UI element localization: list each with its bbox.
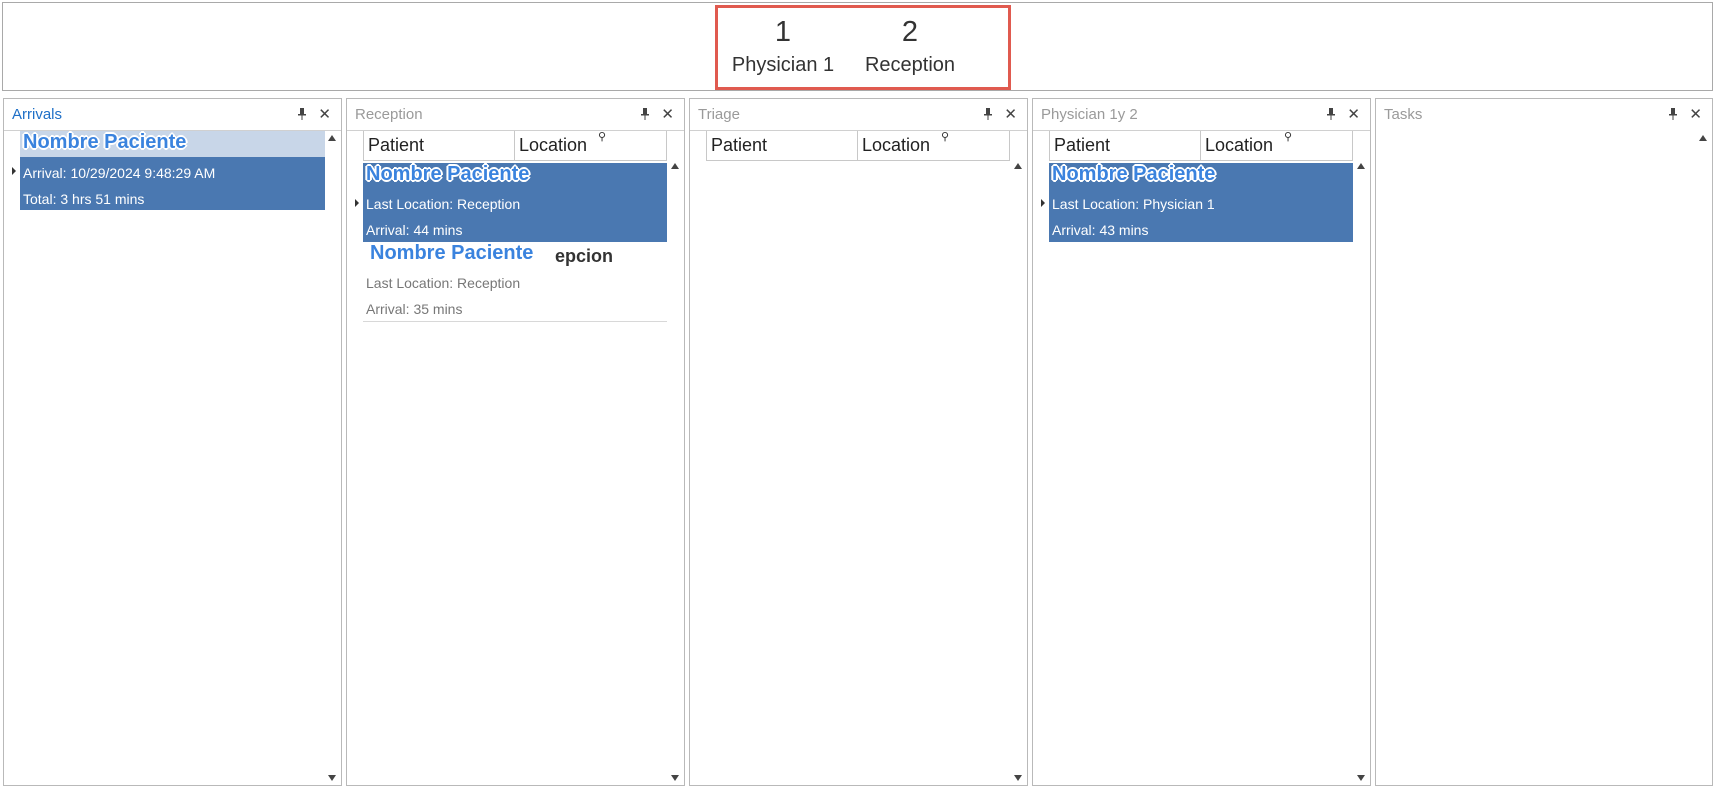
scrollbar[interactable]	[1696, 135, 1710, 781]
close-icon[interactable]: ✕	[1347, 105, 1360, 123]
counter-reception[interactable]: 2 Reception	[845, 14, 975, 80]
panel-title: Tasks	[1384, 106, 1423, 123]
scroll-down-icon[interactable]	[328, 775, 336, 781]
list-item[interactable]: epcion Nombre Paciente Last Location: Re…	[363, 242, 667, 322]
scroll-up-icon[interactable]	[1357, 163, 1365, 169]
grid-header: Patient Location ⚲	[706, 131, 1010, 161]
patient-name: Nombre Paciente	[366, 163, 530, 185]
scroll-down-icon[interactable]	[1357, 775, 1365, 781]
pin-icon[interactable]	[640, 107, 650, 121]
scroll-up-icon[interactable]	[671, 163, 679, 169]
panel-header: Triage ✕	[690, 99, 1027, 131]
scroll-up-icon[interactable]	[1699, 135, 1707, 141]
filter-icon[interactable]: ⚲	[1284, 132, 1292, 143]
panel-triage: Triage ✕ Patient Location ⚲	[689, 98, 1028, 786]
column-header-patient[interactable]: Patient	[706, 131, 857, 160]
column-label: Location	[1205, 135, 1274, 155]
close-icon[interactable]: ✕	[1004, 105, 1017, 123]
column-header-patient[interactable]: Patient	[363, 131, 514, 160]
pin-icon[interactable]	[1326, 107, 1336, 121]
filter-icon[interactable]: ⚲	[598, 132, 606, 143]
panel-title: Physician 1y 2	[1041, 106, 1138, 123]
counter-value: 1	[774, 16, 792, 48]
grid-header: Patient Location ⚲	[1049, 131, 1353, 161]
last-location: Last Location: Reception	[366, 196, 521, 212]
pin-icon[interactable]	[297, 107, 307, 121]
panel-header: Tasks ✕	[1376, 99, 1712, 131]
panel-header: Arrivals ✕	[4, 99, 341, 131]
pin-icon[interactable]	[1668, 107, 1678, 121]
close-icon[interactable]: ✕	[318, 105, 331, 123]
scrollbar[interactable]	[325, 135, 339, 781]
list-item[interactable]: Nombre Paciente Last Location: Reception…	[363, 163, 667, 242]
counter-physician[interactable]: 1 Physician 1	[718, 14, 848, 80]
column-header-patient[interactable]: Patient	[1049, 131, 1200, 160]
row-indicator-icon	[1041, 199, 1045, 207]
pin-icon[interactable]	[983, 107, 993, 121]
list-item[interactable]: Nombre Paciente Last Location: Physician…	[1049, 163, 1353, 242]
panel-arrivals: Arrivals ✕ Nombre Paciente Arrival: 10/2…	[3, 98, 342, 786]
panel-header: Reception ✕	[347, 99, 684, 131]
counter-value: 2	[901, 16, 919, 48]
scrollbar[interactable]	[1354, 163, 1368, 781]
counter-label: Physician 1	[731, 54, 835, 76]
scrollbar[interactable]	[1011, 163, 1025, 781]
partial-text: epcion	[555, 246, 614, 266]
panel-tasks: Tasks ✕	[1375, 98, 1713, 786]
grid-header: Patient Location ⚲	[363, 131, 667, 161]
total-time: Total: 3 hrs 51 mins	[23, 191, 145, 207]
counter-label: Reception	[864, 54, 956, 76]
scroll-down-icon[interactable]	[1014, 775, 1022, 781]
panel-title: Reception	[355, 106, 423, 123]
arrival-time: Arrival: 10/29/2024 9:48:29 AM	[23, 165, 216, 181]
row-indicator-icon	[12, 167, 16, 175]
panel-header: Physician 1y 2 ✕	[1033, 99, 1370, 131]
last-location: Last Location: Reception	[366, 275, 521, 291]
column-label: Location	[862, 135, 931, 155]
scrollbar[interactable]	[668, 163, 682, 781]
arrival-duration: Arrival: 44 mins	[366, 222, 463, 238]
arrival-duration: Arrival: 43 mins	[1052, 222, 1149, 238]
column-label: Location	[519, 135, 588, 155]
arrival-duration: Arrival: 35 mins	[366, 301, 463, 317]
panel-reception: Reception ✕ Patient Location ⚲ Nombre Pa…	[346, 98, 685, 786]
row-indicator-icon	[355, 199, 359, 207]
scroll-up-icon[interactable]	[328, 135, 336, 141]
close-icon[interactable]: ✕	[1689, 105, 1702, 123]
patient-name: Nombre Paciente	[23, 131, 187, 153]
column-header-location[interactable]: Location ⚲	[514, 131, 667, 160]
panel-physician: Physician 1y 2 ✕ Patient Location ⚲ Nomb…	[1032, 98, 1371, 786]
scroll-down-icon[interactable]	[671, 775, 679, 781]
panel-title: Triage	[698, 106, 740, 123]
patient-name: Nombre Paciente	[1052, 163, 1216, 185]
column-header-location[interactable]: Location ⚲	[857, 131, 1010, 160]
last-location: Last Location: Physician 1	[1052, 196, 1215, 212]
patient-name: Nombre Paciente	[370, 242, 534, 264]
scroll-up-icon[interactable]	[1014, 163, 1022, 169]
filter-icon[interactable]: ⚲	[941, 132, 949, 143]
close-icon[interactable]: ✕	[661, 105, 674, 123]
patient-name-row: Nombre Paciente	[20, 131, 325, 157]
column-header-location[interactable]: Location ⚲	[1200, 131, 1353, 160]
panel-title: Arrivals	[12, 106, 63, 123]
counter-highlight-box: 1 Physician 1 2 Reception	[715, 5, 1011, 90]
list-item[interactable]: Nombre Paciente Arrival: 10/29/2024 9:48…	[20, 131, 325, 210]
